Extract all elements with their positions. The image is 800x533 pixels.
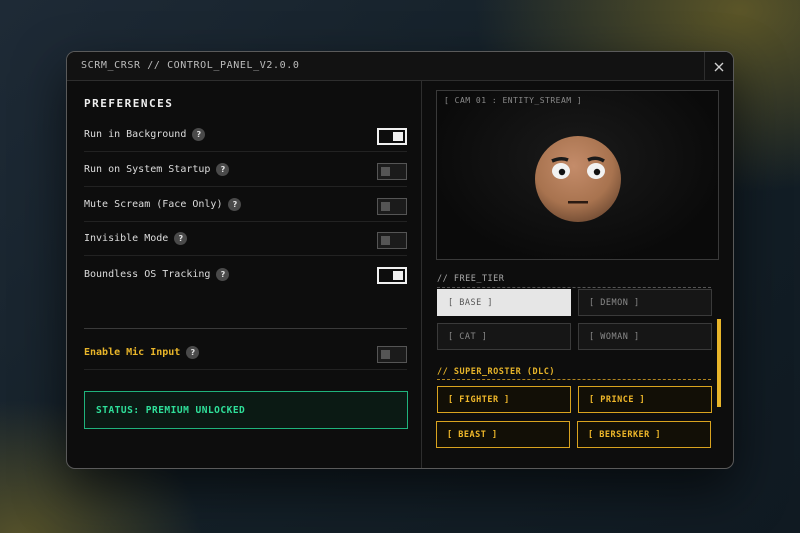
left-pupil: [558, 168, 566, 176]
preferences-panel: PREFERENCES Run in Background ? Run on S…: [67, 81, 422, 468]
face-avatar: [535, 136, 621, 222]
pref-invisible-mode: Invisible Mode ?: [84, 222, 407, 256]
right-pupil: [593, 168, 601, 176]
character-panel: [ CAM 01 : ENTITY_STREAM ] // FREE_TIER …: [423, 81, 733, 468]
divider: [84, 328, 407, 329]
toggle-enable-mic[interactable]: [377, 346, 407, 363]
close-button[interactable]: [704, 52, 733, 81]
toggle-knob: [393, 271, 403, 280]
toggle-knob: [381, 350, 390, 359]
free-tier-divider: [437, 287, 711, 288]
close-icon: [714, 62, 724, 71]
pref-label: Run in Background: [84, 129, 187, 140]
char-berserker-button[interactable]: [ BERSERKER ]: [577, 421, 711, 448]
help-icon[interactable]: ?: [216, 267, 230, 281]
mouth: [568, 201, 588, 204]
help-icon[interactable]: ?: [216, 163, 230, 176]
pref-boundless-tracking: Boundless OS Tracking ?: [84, 257, 407, 291]
toggle-invisible-mode[interactable]: [377, 232, 407, 249]
char-beast-button[interactable]: [ BEAST ]: [436, 421, 570, 448]
dlc-tier-divider: [437, 379, 711, 380]
toggle-run-on-startup[interactable]: [377, 163, 407, 180]
pref-mute-scream: Mute Scream (Face Only) ?: [84, 188, 407, 222]
char-fighter-button[interactable]: [ FIGHTER ]: [437, 386, 571, 413]
camera-preview: [ CAM 01 : ENTITY_STREAM ]: [436, 90, 719, 260]
pref-label: Boundless OS Tracking: [84, 268, 211, 280]
toggle-knob: [381, 167, 390, 176]
help-icon[interactable]: ?: [174, 232, 188, 245]
toggle-mute-scream[interactable]: [377, 198, 407, 215]
toggle-boundless-tracking[interactable]: [377, 267, 407, 284]
pref-label: Invisible Mode: [84, 233, 169, 244]
pref-label-mic: Enable Mic Input: [84, 347, 181, 358]
help-icon[interactable]: ?: [186, 346, 200, 359]
help-icon[interactable]: ?: [192, 128, 206, 141]
toggle-run-in-background[interactable]: [377, 128, 407, 145]
preferences-title: PREFERENCES: [84, 97, 174, 110]
control-panel-window: SCRM_CRSR // CONTROL_PANEL_V2.0.0 PREFER…: [66, 51, 734, 469]
toggle-knob: [381, 202, 390, 211]
char-cat-button[interactable]: [ CAT ]: [437, 323, 571, 350]
dlc-row-2: [ BEAST ] [ BERSERKER ]: [436, 421, 712, 450]
pref-label: Run on System Startup: [84, 164, 211, 175]
title-bar: SCRM_CRSR // CONTROL_PANEL_V2.0.0: [67, 52, 733, 81]
help-icon[interactable]: ?: [228, 198, 242, 211]
window-title: SCRM_CRSR // CONTROL_PANEL_V2.0.0: [81, 60, 300, 71]
char-base-button[interactable]: [ BASE ]: [437, 289, 571, 316]
pref-label: Mute Scream (Face Only): [84, 199, 223, 210]
char-demon-button[interactable]: [ DEMON ]: [578, 289, 712, 316]
pref-enable-mic: Enable Mic Input ?: [84, 336, 407, 370]
face-head: [535, 136, 621, 222]
free-tier-title: // FREE_TIER: [437, 274, 505, 284]
dlc-tier-title: // SUPER_ROSTER (DLC): [437, 367, 555, 377]
toggle-knob: [381, 236, 390, 245]
pref-run-in-background: Run in Background ?: [84, 118, 407, 152]
pref-run-on-startup: Run on System Startup ?: [84, 153, 407, 187]
toggle-knob: [393, 132, 403, 141]
roster-scrollbar[interactable]: [717, 319, 721, 407]
char-woman-button[interactable]: [ WOMAN ]: [578, 323, 712, 350]
status-badge: STATUS: PREMIUM UNLOCKED: [84, 391, 408, 429]
char-prince-button[interactable]: [ PRINCE ]: [578, 386, 712, 413]
